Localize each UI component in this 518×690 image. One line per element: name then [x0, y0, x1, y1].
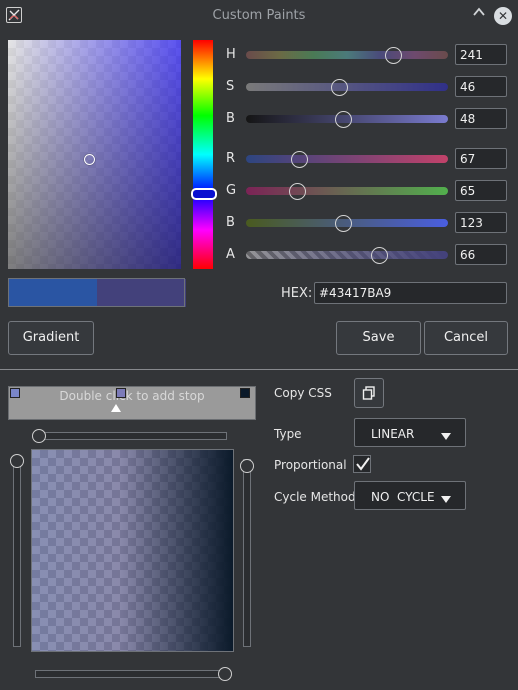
start-x-handle[interactable]: [32, 429, 46, 443]
type-label: Type: [274, 427, 302, 441]
slider-track-4[interactable]: [246, 187, 448, 195]
slider-label-0: H: [226, 47, 236, 62]
type-dropdown[interactable]: LINEAR: [354, 418, 466, 447]
slider-track-0[interactable]: [246, 51, 448, 59]
slider-label-1: S: [226, 79, 235, 94]
checkmark-icon: [355, 456, 371, 475]
section-divider: [0, 369, 518, 370]
copy-icon: [362, 386, 376, 404]
title-bar: Custom Paints ✕: [0, 0, 518, 32]
slider-value-field-5[interactable]: 123: [455, 212, 507, 233]
slider-label-2: B: [226, 111, 235, 126]
gradient-end-x-slider[interactable]: [35, 670, 231, 678]
slider-value-field-4[interactable]: 65: [455, 180, 507, 201]
slider-thumb-5[interactable]: [334, 215, 352, 232]
cycle-method-label: Cycle Method: [274, 490, 356, 504]
slider-value-field-0[interactable]: 241: [455, 44, 507, 65]
selected-stop-pointer-icon: [111, 401, 121, 415]
hue-handle[interactable]: [191, 188, 217, 200]
proportional-label: Proportional: [274, 458, 347, 472]
slider-value-field-1[interactable]: 46: [455, 76, 507, 97]
cycle-value: NO CYCLE: [371, 490, 435, 504]
save-button[interactable]: Save: [336, 321, 421, 355]
slider-thumb-1[interactable]: [330, 79, 348, 96]
slider-value-field-6[interactable]: 66: [455, 244, 507, 265]
hex-input[interactable]: #43417BA9: [314, 282, 507, 304]
gradient-button[interactable]: Gradient: [8, 321, 94, 355]
copy-css-button[interactable]: [354, 378, 384, 408]
proportional-checkbox[interactable]: [353, 455, 371, 473]
end-y-handle[interactable]: [240, 459, 254, 473]
hue-bar[interactable]: [193, 40, 213, 269]
type-value: LINEAR: [371, 427, 415, 441]
caret-down-icon: [441, 492, 451, 506]
gradient-start-x-slider[interactable]: [35, 432, 227, 440]
slider-thumb-3[interactable]: [290, 151, 308, 168]
cancel-button[interactable]: Cancel: [424, 321, 508, 355]
gradient-start-y-slider[interactable]: [13, 455, 21, 647]
sv-cursor[interactable]: [84, 154, 95, 165]
slider-label-4: G: [226, 183, 237, 198]
slider-thumb-2[interactable]: [334, 111, 352, 128]
slider-track-3[interactable]: [246, 155, 448, 163]
gradient-preview: [31, 449, 234, 652]
close-icon[interactable]: ✕: [494, 7, 512, 25]
slider-thumb-4[interactable]: [288, 183, 306, 200]
gradient-stop-2[interactable]: [240, 388, 250, 398]
slider-value-field-3[interactable]: 67: [455, 148, 507, 169]
gradient-stop-0[interactable]: [10, 388, 20, 398]
slider-label-5: B: [226, 215, 235, 230]
slider-label-3: R: [226, 151, 236, 166]
gradient-end-y-slider[interactable]: [243, 459, 251, 647]
copy-css-label: Copy CSS: [274, 386, 332, 400]
hex-label: HEX:: [281, 286, 313, 301]
start-y-handle[interactable]: [10, 454, 24, 468]
end-x-handle[interactable]: [218, 667, 232, 681]
chevron-up-icon[interactable]: [472, 5, 486, 23]
add-stop-hint: Double click to add stop: [59, 389, 205, 403]
slider-thumb-6[interactable]: [371, 247, 389, 264]
window-title: Custom Paints: [212, 8, 306, 23]
slider-track-6[interactable]: [246, 251, 448, 259]
slider-label-6: A: [226, 247, 235, 262]
saturation-brightness-area[interactable]: [8, 40, 181, 269]
caret-down-icon: [441, 429, 451, 443]
slider-value-field-2[interactable]: 48: [455, 108, 507, 129]
cycle-method-dropdown[interactable]: NO CYCLE: [354, 481, 466, 510]
swatch-frame: [8, 278, 185, 307]
gradient-stop-1[interactable]: [115, 388, 126, 398]
slider-thumb-0[interactable]: [385, 47, 403, 64]
